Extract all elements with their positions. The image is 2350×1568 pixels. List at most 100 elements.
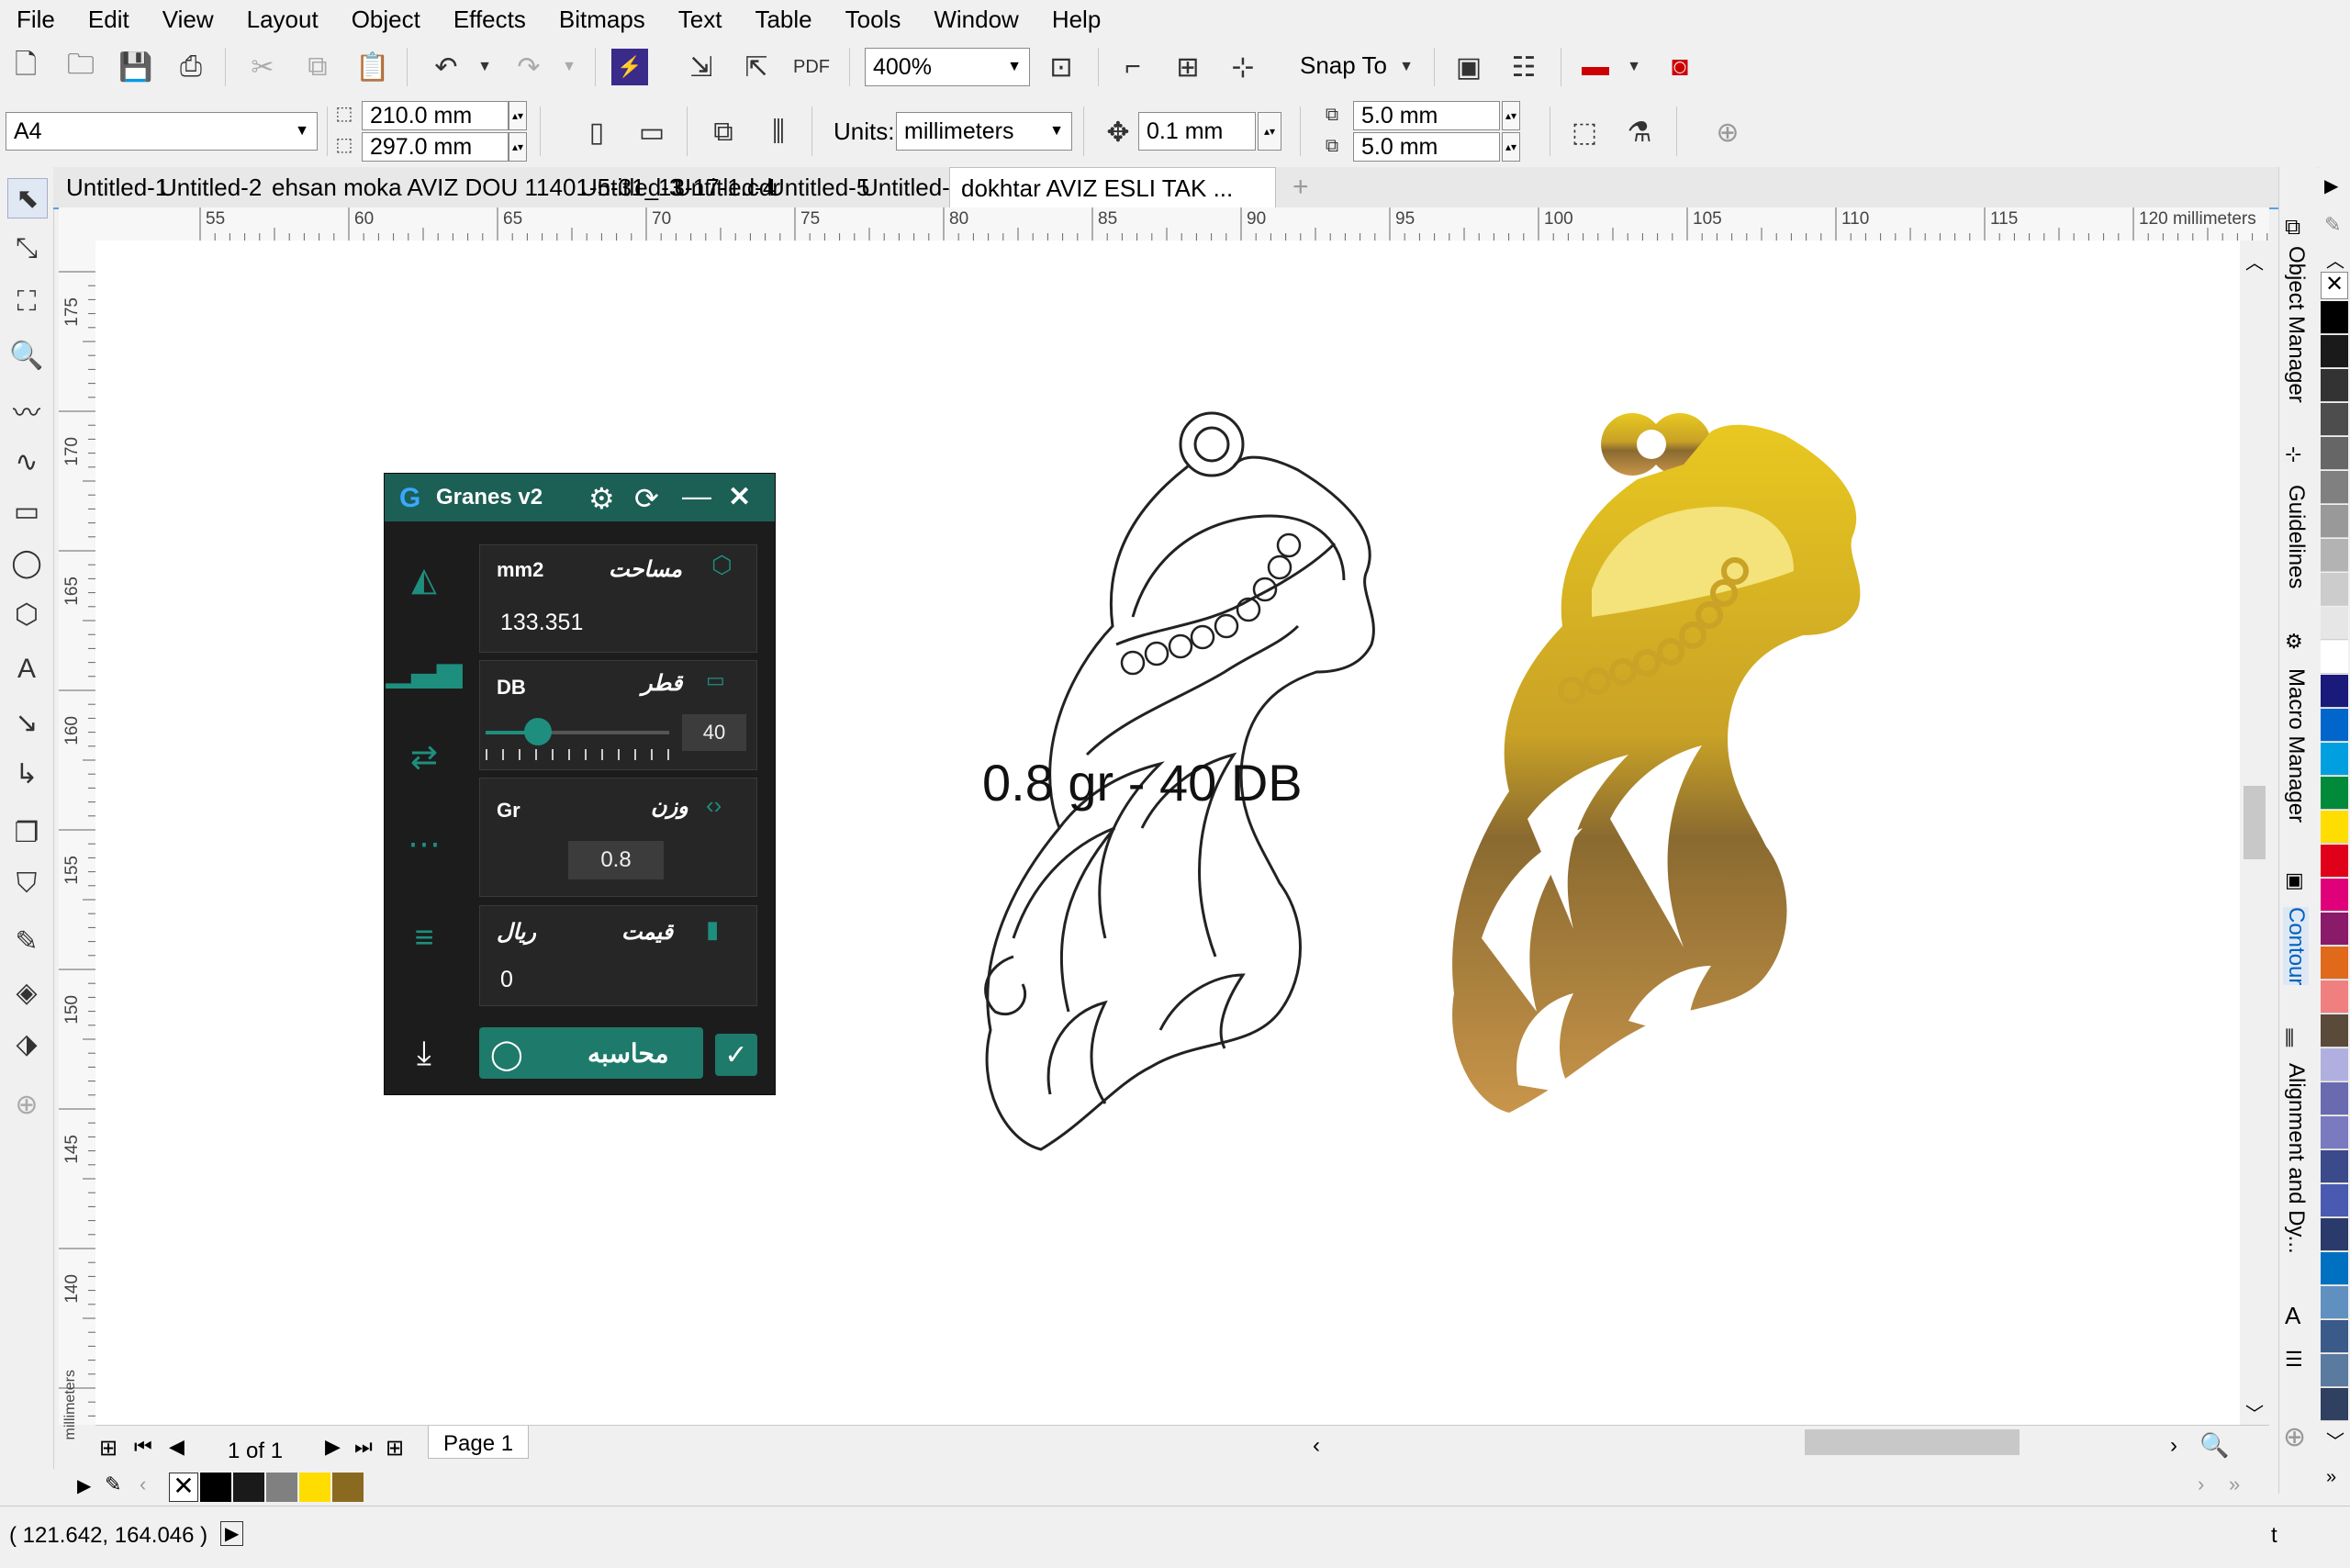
no-color-swatch[interactable]: ✕ — [2321, 272, 2348, 299]
height-spinner[interactable]: ▴▾ — [509, 132, 527, 162]
color-swatch[interactable] — [2321, 709, 2348, 742]
zoom-level-field[interactable]: 400% ▼ — [865, 48, 1030, 86]
print-icon[interactable]: ⎙ — [173, 49, 209, 85]
document-color-swatch[interactable] — [266, 1473, 297, 1502]
redo-icon[interactable]: ↷ — [510, 49, 547, 85]
add-tool-icon[interactable]: ⊕ — [7, 1085, 46, 1124]
color-swatch[interactable] — [2321, 437, 2348, 470]
vertical-scroll-thumb[interactable] — [2244, 786, 2266, 859]
ellipse-tool-icon[interactable]: ◯ — [7, 543, 46, 582]
open-folder-icon[interactable]: 🗀 — [62, 49, 99, 85]
color-swatch[interactable] — [2321, 1252, 2348, 1285]
color-swatch[interactable] — [2321, 1048, 2348, 1081]
pick-tool-icon[interactable]: ⬉ — [7, 178, 48, 218]
duplicate-x-field[interactable]: 5.0 mm — [1353, 101, 1500, 130]
color-swatch[interactable] — [2321, 1320, 2348, 1353]
scroll-left-icon[interactable]: ‹ — [1313, 1433, 1320, 1459]
more-dots-icon[interactable]: ⋯ — [401, 821, 447, 867]
menu-edit[interactable]: Edit — [72, 0, 146, 39]
color-swatch[interactable] — [2321, 777, 2348, 810]
color-swatch[interactable] — [2321, 913, 2348, 946]
landscape-icon[interactable]: ▭ — [633, 114, 670, 151]
vertical-scrollbar[interactable]: ︿ ﹀ — [2240, 241, 2269, 1425]
tab-dokhtar-aviz[interactable]: dokhtar AVIZ ESLI TAK ... — [949, 167, 1276, 207]
download-icon[interactable]: ⤓ — [401, 1030, 447, 1076]
settings-icon[interactable]: ⚙ — [588, 481, 615, 516]
expand-palette-icon[interactable]: » — [2326, 1467, 2336, 1488]
signal-bars-icon[interactable]: ▁▃▅ — [386, 646, 462, 692]
eyedropper-icon[interactable]: ✎ — [105, 1473, 121, 1496]
document-color-swatch[interactable] — [233, 1473, 264, 1502]
snap-to-label[interactable]: Snap To — [1300, 51, 1387, 80]
artistic-media-icon[interactable]: ∿ — [7, 442, 46, 481]
scroll-down-icon[interactable]: ﹀ — [2245, 1399, 2264, 1426]
polygon-tool-icon[interactable]: ⬡ — [7, 595, 46, 633]
diameter-value[interactable]: 40 — [682, 714, 746, 751]
menu-effects[interactable]: Effects — [437, 0, 543, 39]
palette-arrow-icon[interactable]: ▶ — [2324, 174, 2338, 197]
paste-icon[interactable]: 📋 — [354, 49, 391, 85]
horizontal-scroll-thumb[interactable] — [1805, 1429, 2020, 1455]
menu-lines-icon[interactable]: ≡ — [401, 914, 447, 960]
docker-macro-manager[interactable]: Macro Manager — [2283, 668, 2309, 823]
color-swatch[interactable] — [2321, 946, 2348, 980]
connector-tool-icon[interactable]: ↳ — [7, 755, 46, 793]
menu-table[interactable]: Table — [738, 0, 828, 39]
launcher-dropdown-icon[interactable]: ▼ — [1616, 49, 1652, 85]
eyedropper-tool-icon[interactable]: ✎ — [7, 922, 46, 960]
zoom-tool-icon[interactable]: 🔍 — [7, 336, 46, 375]
undo-icon[interactable]: ↶ — [428, 49, 464, 85]
color-swatch[interactable] — [2321, 1116, 2348, 1149]
welcome-screen-icon[interactable]: ▣ — [1450, 49, 1487, 85]
last-page-icon[interactable]: ⏭ — [354, 1435, 373, 1459]
color-swatch[interactable] — [2321, 403, 2348, 436]
first-page-icon[interactable]: ⏮ — [134, 1435, 152, 1459]
document-color-swatch[interactable] — [299, 1473, 330, 1502]
add-icon[interactable]: ⊕ — [1709, 114, 1746, 151]
status-play-icon[interactable]: ▶ — [220, 1521, 244, 1546]
new-tab-icon[interactable]: + — [1281, 167, 1320, 207]
crop-tool-icon[interactable]: ⛶ — [7, 283, 46, 321]
add-docker-icon[interactable]: ⊕ — [2283, 1421, 2306, 1453]
show-guidelines-icon[interactable]: ⊹ — [1225, 49, 1261, 85]
import-icon[interactable]: ⇲ — [683, 49, 720, 85]
menu-view[interactable]: View — [146, 0, 230, 39]
corel-connect-icon[interactable]: ◙ — [1662, 49, 1698, 85]
menu-file[interactable]: File — [0, 0, 72, 39]
add-page-before-icon[interactable]: ⊞ — [99, 1435, 118, 1462]
next-page-icon[interactable]: ▶ — [325, 1435, 341, 1459]
close-icon[interactable]: ✕ — [728, 481, 751, 513]
refresh-icon[interactable]: ⟳ — [634, 481, 659, 516]
units-select[interactable]: millimeters ▼ — [896, 112, 1072, 151]
drop-shadow-tool-icon[interactable]: ❐ — [7, 813, 46, 852]
color-swatch[interactable] — [2321, 641, 2348, 674]
page-width-field[interactable]: 210.0 mm — [362, 101, 509, 130]
previous-page-icon[interactable]: ◀ — [169, 1435, 185, 1459]
confirm-check-icon[interactable]: ✓ — [715, 1034, 757, 1076]
palette-play-icon[interactable]: ▶ — [77, 1474, 91, 1497]
canvas-caption[interactable]: 0.8 gr - 40 DB — [982, 753, 1303, 812]
zoom-to-page-icon[interactable]: ⊡ — [1043, 49, 1080, 85]
color-swatch[interactable] — [2321, 1184, 2348, 1217]
minimize-icon[interactable]: — — [682, 479, 711, 513]
show-grid-icon[interactable]: ⊞ — [1169, 49, 1206, 85]
copy-icon[interactable]: ⧉ — [299, 49, 336, 85]
scroll-up-icon[interactable]: ︿ — [2326, 246, 2344, 273]
menu-text[interactable]: Text — [662, 0, 739, 39]
scroll-down-icon[interactable]: ﹀ — [2326, 1427, 2344, 1453]
nudge-distance-field[interactable]: 0.1 mm — [1138, 112, 1256, 151]
diameter-slider-thumb[interactable] — [524, 718, 552, 745]
redo-dropdown-icon[interactable]: ▼ — [551, 49, 588, 85]
snap-to-dropdown-icon[interactable]: ▼ — [1388, 49, 1425, 85]
duplicate-y-spinner[interactable]: ▴▾ — [1502, 132, 1520, 162]
no-color-swatch[interactable]: ✕ — [169, 1473, 198, 1502]
interactive-fill-icon[interactable]: ◈ — [7, 973, 46, 1012]
weight-value[interactable]: 0.8 — [568, 841, 664, 879]
nudge-spinner[interactable]: ▴▾ — [1258, 112, 1281, 151]
page-size-select[interactable]: A4 ▼ — [6, 112, 318, 151]
transparency-tool-icon[interactable]: ⛉ — [7, 865, 46, 903]
color-swatch[interactable] — [2321, 1218, 2348, 1251]
export-icon[interactable]: ⇱ — [738, 49, 775, 85]
color-swatch[interactable] — [2321, 1354, 2348, 1387]
document-color-swatch[interactable] — [332, 1473, 364, 1502]
